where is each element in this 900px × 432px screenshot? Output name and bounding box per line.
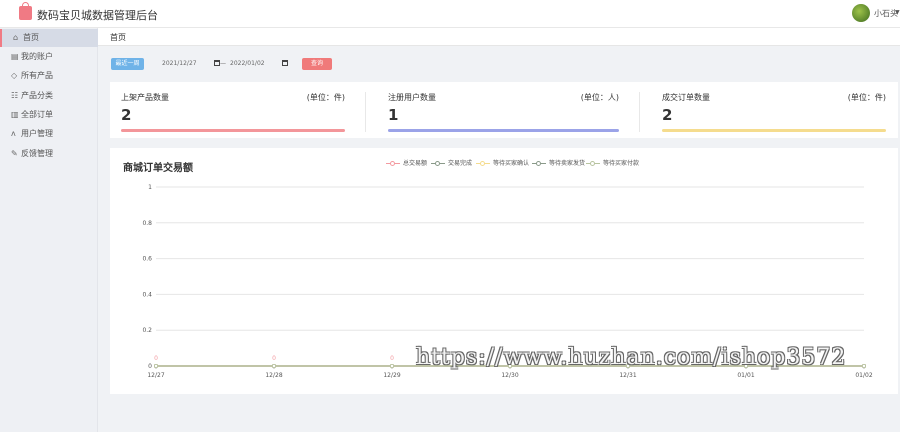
date-separator: — (220, 60, 226, 67)
x-tick-label: 01/01 (737, 372, 754, 379)
y-tick-label: 1 (148, 184, 152, 191)
stat-orders: 成交订单数量 (单位：件) 2 (662, 82, 886, 138)
x-tick-label: 12/28 (265, 372, 282, 379)
stats-panel: 上架产品数量 (单位：件) 2 注册用户数量 (单位：人) 1 成交订单数量 (… (110, 82, 898, 138)
divider (639, 92, 640, 132)
sidebar-item-label: 全部订单 (21, 110, 53, 119)
app-title: 数码宝贝城数据管理后台 (37, 9, 158, 22)
data-label: 0 (390, 355, 394, 362)
y-tick-label: 0.6 (142, 256, 152, 263)
sidebar-item-label: 所有产品 (21, 71, 53, 80)
end-date-input[interactable]: 2022/01/02 (230, 58, 288, 69)
series-point (862, 363, 867, 368)
chevron-down-icon[interactable]: ▼ (895, 9, 900, 16)
y-tick-label: 0 (148, 363, 152, 370)
feedback-icon: ✎ (11, 149, 18, 158)
stat-products: 上架产品数量 (单位：件) 2 (121, 82, 345, 138)
series-point (389, 363, 394, 368)
home-icon: ⌂ (13, 33, 19, 42)
sidebar-item[interactable]: ᴧ 用户管理 (0, 125, 98, 143)
x-tick-label: 12/29 (383, 372, 400, 379)
watermark-text: https://www.huzhan.com/ishop3572 (416, 345, 847, 370)
series-point (271, 363, 276, 368)
start-date-value: 2021/12/27 (162, 60, 197, 67)
sidebar-item-label: 反馈管理 (21, 149, 53, 158)
category-icon: ☷ (11, 91, 19, 100)
stat-bar (662, 129, 886, 132)
stat-unit: (单位：件) (847, 93, 886, 102)
series-point (154, 363, 159, 368)
query-button[interactable]: 查询 (302, 58, 332, 70)
stat-value: 2 (662, 106, 673, 124)
data-label: 0 (272, 355, 276, 362)
stat-title: 上架产品数量 (121, 93, 169, 102)
data-label: 0 (154, 355, 158, 362)
y-tick-label: 0.4 (142, 291, 152, 298)
sidebar-item-label: 我的账户 (21, 52, 53, 61)
stat-unit: (单位：件) (306, 93, 345, 102)
sidebar: ⌂ 首页 ▤ 我的账户 ◇ 所有产品 ☷ 产品分类 ▥ 全部订单 ᴧ 用户管理 ✎ 反馈管理 (0, 28, 98, 432)
stat-users: 注册用户数量 (单位：人) 1 (388, 82, 619, 138)
recent-week-button[interactable]: 最近一周 (111, 58, 144, 70)
sidebar-item-label: 用户管理 (21, 129, 53, 138)
sidebar-item[interactable]: ⌂ 首页 (0, 29, 98, 47)
x-tick-label: 12/30 (501, 372, 518, 379)
sidebar-item-label: 产品分类 (21, 91, 53, 100)
user-icon: ᴧ (11, 129, 16, 138)
stat-unit: (单位：人) (580, 93, 619, 102)
x-tick-label: 12/31 (619, 372, 636, 379)
stat-value: 1 (388, 106, 399, 124)
x-tick-label: 01/02 (855, 372, 872, 379)
end-date-value: 2022/01/02 (230, 60, 265, 67)
user-avatar[interactable] (852, 4, 870, 22)
stat-bar (388, 129, 619, 132)
product-icon: ◇ (11, 71, 18, 80)
divider (365, 92, 366, 132)
breadcrumb-current: 首页 (110, 33, 126, 42)
order-icon: ▥ (11, 110, 19, 119)
sidebar-item[interactable]: ◇ 所有产品 (0, 67, 98, 85)
y-tick-label: 0.2 (142, 327, 152, 334)
start-date-input[interactable]: 2021/12/27 (162, 58, 220, 69)
breadcrumb: 首页 (98, 28, 900, 46)
calendar-icon[interactable] (282, 60, 288, 66)
sidebar-item[interactable]: ✎ 反馈管理 (0, 145, 98, 163)
shopping-bag-logo-icon (19, 2, 32, 20)
account-icon: ▤ (11, 52, 19, 61)
stat-title: 注册用户数量 (388, 93, 436, 102)
x-tick-label: 12/27 (147, 372, 164, 379)
stat-bar (121, 129, 345, 132)
date-filter-bar: 最近一周 2021/12/27 — 2022/01/02 查询 (98, 46, 900, 80)
stat-value: 2 (121, 106, 132, 124)
sidebar-item[interactable]: ▥ 全部订单 (0, 106, 98, 124)
sidebar-item[interactable]: ▤ 我的账户 (0, 48, 98, 66)
stat-title: 成交订单数量 (662, 93, 710, 102)
top-bar: 数码宝贝城数据管理后台 小石头 ▼ (0, 0, 900, 28)
sidebar-item-label: 首页 (23, 33, 39, 42)
sidebar-item[interactable]: ☷ 产品分类 (0, 87, 98, 105)
y-tick-label: 0.8 (142, 220, 152, 227)
